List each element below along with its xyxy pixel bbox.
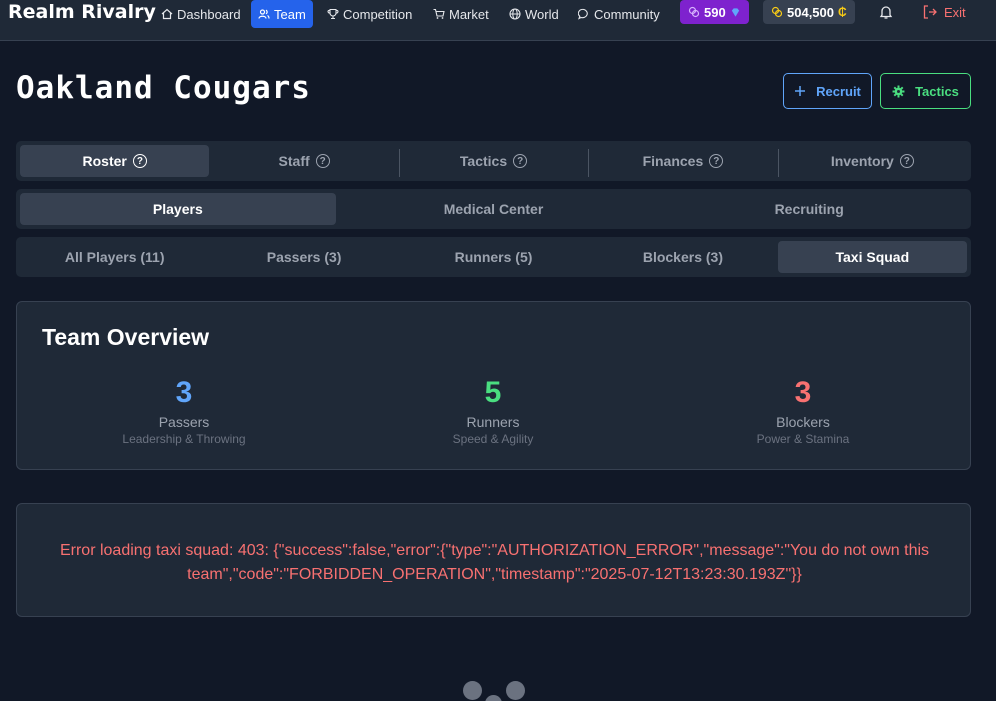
cart-icon bbox=[433, 8, 445, 19]
tab-blockers[interactable]: Blockers (3) bbox=[588, 241, 777, 273]
recruit-button[interactable]: Recruit bbox=[783, 73, 872, 109]
nav-dashboard[interactable]: Dashboard bbox=[154, 0, 248, 28]
tab-players-label: Players bbox=[152, 201, 203, 217]
coins-icon bbox=[688, 6, 700, 18]
exit-button[interactable]: Exit bbox=[922, 0, 966, 24]
nav-world[interactable]: World bbox=[502, 0, 566, 28]
logout-icon bbox=[923, 5, 937, 19]
tab-staff[interactable]: Staff ? bbox=[209, 145, 398, 177]
sub-tabs: Players Medical Center Recruiting bbox=[16, 189, 971, 229]
passers-count: 3 bbox=[175, 376, 193, 409]
loading-dot bbox=[485, 695, 502, 701]
tab-tactics-label: Tactics bbox=[459, 153, 508, 169]
tab-roster[interactable]: Roster ? bbox=[20, 145, 210, 177]
tab-recruiting-label: Recruiting bbox=[774, 201, 844, 217]
top-nav: Realm Rivalry Dashboard Team Competition… bbox=[0, 0, 996, 41]
error-message: Error loading taxi squad: 403: {"success… bbox=[59, 542, 930, 583]
chat-icon bbox=[578, 8, 588, 20]
tab-staff-label: Staff bbox=[278, 153, 310, 169]
nav-team[interactable]: Team bbox=[251, 0, 313, 28]
main-tabs: Roster ? Staff ? Tactics ? Finances ? In… bbox=[16, 141, 971, 181]
team-overview-card: Team Overview 3 Passers Leadership & Thr… bbox=[16, 301, 971, 470]
passers-description: Leadership & Throwing bbox=[122, 432, 246, 446]
recruit-label: Recruit bbox=[816, 83, 861, 99]
passers-stat: 3 Passers Leadership & Throwing bbox=[44, 376, 324, 446]
runners-count: 5 bbox=[484, 376, 502, 409]
nav-market[interactable]: Market bbox=[426, 0, 496, 28]
nav-community[interactable]: Community bbox=[571, 0, 667, 28]
gems-count: 590 bbox=[704, 4, 726, 20]
nav-dashboard-label: Dashboard bbox=[177, 6, 241, 22]
gem-icon bbox=[731, 7, 739, 17]
page-title: Oakland Cougars bbox=[16, 70, 311, 106]
tab-passers[interactable]: Passers (3) bbox=[209, 241, 398, 273]
tab-runners[interactable]: Runners (5) bbox=[399, 241, 588, 273]
tab-taxi-squad[interactable]: Taxi Squad bbox=[777, 241, 968, 273]
tab-inventory[interactable]: Inventory ? bbox=[777, 145, 967, 177]
tab-runners-label: Runners (5) bbox=[454, 249, 533, 265]
blockers-stat: 3 Blockers Power & Stamina bbox=[663, 376, 943, 446]
tab-taxi-squad-label: Taxi Squad bbox=[835, 249, 910, 265]
nav-world-label: World bbox=[525, 6, 559, 22]
error-card: Error loading taxi squad: 403: {"success… bbox=[16, 503, 971, 617]
passers-label: Passers bbox=[158, 414, 210, 430]
plus-icon bbox=[795, 86, 806, 96]
tab-medical-center-label: Medical Center bbox=[443, 201, 544, 217]
credit-symbol-icon: ₵ bbox=[838, 5, 847, 19]
tactics-button[interactable]: Tactics bbox=[880, 73, 971, 109]
bell-icon[interactable] bbox=[878, 4, 894, 20]
brand-logo[interactable]: Realm Rivalry bbox=[8, 0, 156, 25]
loading-dot bbox=[463, 681, 482, 700]
globe-icon bbox=[509, 8, 521, 20]
tab-players[interactable]: Players bbox=[20, 193, 336, 225]
credits-balance[interactable]: 504,500 ₵ bbox=[763, 0, 855, 24]
position-filter-tabs: All Players (11) Passers (3) Runners (5)… bbox=[16, 237, 971, 277]
help-icon[interactable]: ? bbox=[315, 154, 330, 168]
help-icon[interactable]: ? bbox=[709, 154, 724, 168]
blockers-count: 3 bbox=[794, 376, 812, 409]
credits-count: 504,500 bbox=[787, 4, 834, 20]
loading-dot bbox=[506, 681, 525, 700]
help-icon[interactable]: ? bbox=[132, 154, 147, 168]
nav-team-label: Team bbox=[274, 6, 306, 22]
nav-community-label: Community bbox=[594, 6, 660, 22]
tab-tactics[interactable]: Tactics ? bbox=[398, 145, 588, 177]
runners-description: Speed & Agility bbox=[452, 432, 534, 446]
trophy-icon bbox=[327, 8, 339, 20]
tactics-label: Tactics bbox=[915, 83, 959, 99]
tab-finances-label: Finances bbox=[642, 153, 704, 169]
tab-roster-label: Roster bbox=[82, 153, 127, 169]
blockers-label: Blockers bbox=[776, 414, 830, 430]
exit-label: Exit bbox=[944, 4, 966, 20]
tab-medical-center[interactable]: Medical Center bbox=[336, 193, 652, 225]
nav-competition[interactable]: Competition bbox=[320, 0, 419, 28]
tab-finances[interactable]: Finances ? bbox=[588, 145, 777, 177]
nav-competition-label: Competition bbox=[343, 6, 413, 22]
gems-balance[interactable]: 590 bbox=[680, 0, 749, 24]
tab-all-players-label: All Players (11) bbox=[64, 249, 165, 265]
tab-passers-label: Passers (3) bbox=[266, 249, 342, 265]
coins-icon bbox=[771, 6, 783, 18]
tab-all-players[interactable]: All Players (11) bbox=[20, 241, 209, 273]
tab-recruiting[interactable]: Recruiting bbox=[651, 193, 967, 225]
tab-blockers-label: Blockers (3) bbox=[642, 249, 723, 265]
nav-market-label: Market bbox=[449, 6, 489, 22]
team-overview-title: Team Overview bbox=[42, 324, 210, 350]
runners-label: Runners bbox=[466, 414, 520, 430]
tab-inventory-label: Inventory bbox=[830, 153, 894, 169]
gear-icon bbox=[892, 85, 905, 97]
home-icon bbox=[161, 8, 173, 20]
users-icon bbox=[258, 9, 270, 19]
blockers-description: Power & Stamina bbox=[756, 432, 850, 446]
help-icon[interactable]: ? bbox=[899, 154, 914, 168]
help-icon[interactable]: ? bbox=[513, 154, 528, 168]
runners-stat: 5 Runners Speed & Agility bbox=[353, 376, 633, 446]
